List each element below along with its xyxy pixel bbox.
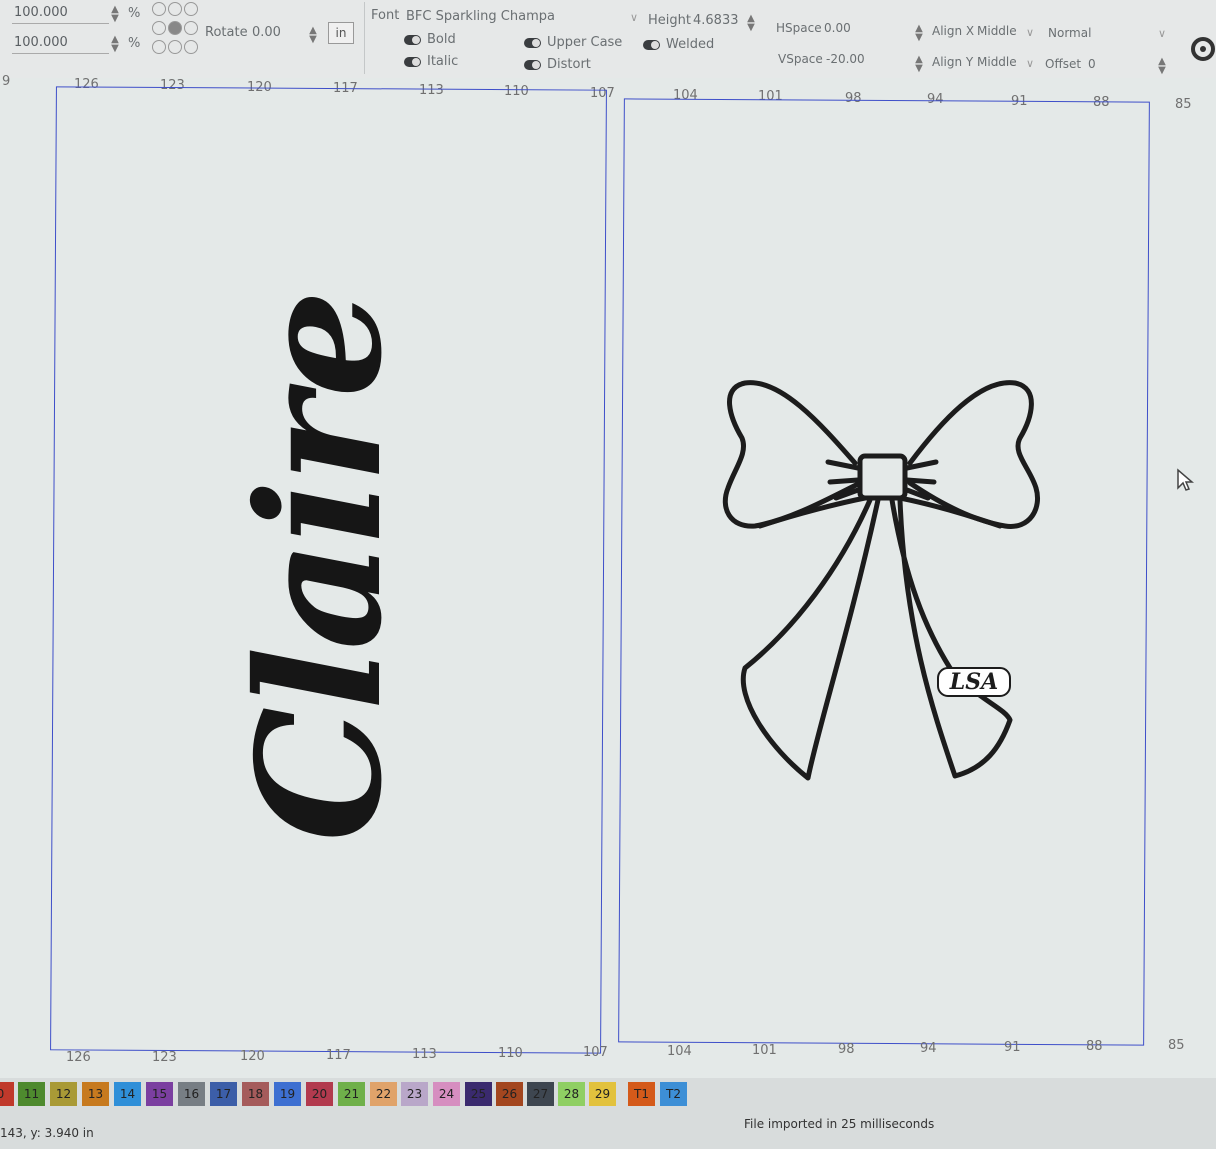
ruler-tick: 88 (1086, 1039, 1103, 1054)
palette-swatch[interactable]: 23 (401, 1082, 428, 1106)
ruler-tick: 101 (752, 1043, 777, 1058)
ruler-tick: 123 (152, 1050, 177, 1065)
hspace-input[interactable]: 0.00 (824, 21, 851, 35)
height-input[interactable]: 4.6833 (693, 13, 739, 28)
distort-label: Distort (547, 57, 591, 72)
align-y-select[interactable]: Middle (977, 55, 1017, 69)
palette-swatch[interactable]: 19 (274, 1082, 301, 1106)
rotate-label: Rotate (205, 25, 248, 40)
height-spinner[interactable]: ▲ ▼ (746, 14, 756, 33)
palette-swatch[interactable]: 22 (370, 1082, 397, 1106)
status-message: File imported in 25 milliseconds (744, 1117, 935, 1131)
rotate-input[interactable]: 0.00 (252, 25, 281, 40)
scale-x-spinner[interactable]: ▲ ▼ (110, 5, 120, 24)
ruler-tick: 126 (66, 1050, 91, 1065)
ruler-tick: 107 (583, 1045, 608, 1060)
palette-swatch[interactable]: 12 (50, 1082, 77, 1106)
bold-toggle[interactable]: Bold (404, 32, 456, 47)
hspace-label: HSpace (776, 21, 822, 35)
font-label: Font (371, 8, 400, 23)
svg-text:LSA: LSA (949, 669, 998, 695)
palette-swatch[interactable]: 17 (210, 1082, 237, 1106)
palette-swatch[interactable]: 27 (527, 1082, 554, 1106)
align-x-label: Align X (932, 24, 975, 38)
scale-x-input[interactable]: 100.000 (12, 3, 109, 24)
mode-chevron-down-icon[interactable]: ∨ (1158, 27, 1166, 40)
italic-toggle-icon (404, 56, 421, 67)
palette-swatch[interactable]: 20 (306, 1082, 333, 1106)
palette-swatch[interactable]: 13 (82, 1082, 109, 1106)
palette-swatch[interactable]: 21 (338, 1082, 365, 1106)
palette-swatch[interactable]: 25 (465, 1082, 492, 1106)
ruler-tick: 91 (1004, 1040, 1021, 1055)
cursor-coordinates: 143, y: 3.940 in (0, 1126, 94, 1140)
ruler-tick: 85 (1175, 97, 1192, 112)
welded-toggle-icon (643, 39, 660, 50)
bold-label: Bold (427, 32, 456, 47)
ruler-tick: 9 (2, 74, 11, 89)
rotate-spinner[interactable]: ▲ ▼ (308, 26, 318, 45)
ruler-tick: 104 (667, 1044, 692, 1059)
offset-label: Offset (1045, 57, 1082, 71)
scale-y-input[interactable]: 100.000 (12, 33, 109, 54)
mode-select[interactable]: Normal (1048, 26, 1091, 40)
distort-toggle-icon (524, 59, 541, 70)
palette-swatch[interactable]: 18 (242, 1082, 269, 1106)
unit-button[interactable]: in (328, 22, 354, 44)
vspace-label: VSpace (778, 52, 823, 66)
distort-toggle[interactable]: Distort (524, 57, 591, 72)
palette-swatch[interactable]: 26 (496, 1082, 523, 1106)
ruler-tick: 94 (920, 1041, 937, 1056)
claire-text: Claire (220, 293, 420, 842)
align-y-label: Align Y (932, 55, 974, 69)
palette-swatch[interactable]: 29 (589, 1082, 616, 1106)
upper-case-toggle[interactable]: Upper Case (524, 35, 622, 50)
offset-input[interactable]: 0 (1088, 57, 1096, 71)
toolbar: 100.000 ▲ ▼ % 100.000 ▲ ▼ % Rotate 0.00 ▲ ▼… (0, 0, 1216, 79)
ruler-tick: 113 (412, 1047, 437, 1062)
upper-case-label: Upper Case (547, 35, 623, 50)
welded-label: Welded (666, 37, 715, 52)
design-canvas[interactable]: 9 126 123 120 117 113 110 107 104 101 98… (0, 74, 1216, 1078)
scale-x-percent: % (128, 6, 141, 21)
palette-swatch[interactable]: 11 (18, 1082, 45, 1106)
ruler-tick: 85 (1168, 1038, 1185, 1053)
italic-toggle[interactable]: Italic (404, 54, 458, 69)
italic-label: Italic (427, 54, 459, 69)
align-x-spinner[interactable]: ▲ ▼ (914, 24, 924, 43)
ruler-tick: 110 (498, 1046, 523, 1061)
palette-swatch[interactable]: 14 (114, 1082, 141, 1106)
refresh-icon[interactable] (1188, 34, 1216, 64)
scale-y-percent: % (128, 36, 141, 51)
bold-toggle-icon (404, 34, 421, 45)
ruler-tick: 98 (838, 1042, 855, 1057)
lsa-logo: LSA (937, 667, 1011, 697)
align-y-spinner[interactable]: ▲ ▼ (914, 55, 924, 74)
palette-swatch[interactable]: T1 (628, 1082, 655, 1106)
scale-y-spinner[interactable]: ▲ ▼ (110, 35, 120, 54)
vspace-input[interactable]: -20.00 (826, 52, 865, 66)
font-chevron-down-icon[interactable]: ∨ (630, 11, 638, 24)
palette-swatch[interactable]: 16 (178, 1082, 205, 1106)
height-label: Height (648, 13, 691, 28)
palette-swatch[interactable]: T2 (660, 1082, 687, 1106)
palette-swatch[interactable]: 24 (433, 1082, 460, 1106)
toolbar-divider (364, 2, 365, 74)
palette-swatch[interactable]: 28 (558, 1082, 585, 1106)
offset-spinner[interactable]: ▲ ▼ (1157, 57, 1167, 76)
bow-graphic[interactable]: LSA (700, 368, 1060, 798)
align-x-select[interactable]: Middle (977, 24, 1017, 38)
align-y-chevron-down-icon[interactable]: ∨ (1026, 57, 1034, 70)
font-select[interactable]: BFC Sparkling Champa (406, 9, 555, 24)
ruler-tick: 120 (240, 1049, 265, 1064)
color-palette: 0 11 12 13 14 15 16 17 18 19 20 21 22 23… (0, 1080, 1216, 1110)
welded-toggle[interactable]: Welded (643, 37, 714, 52)
mouse-pointer-icon (1177, 468, 1194, 491)
palette-swatch[interactable]: 15 (146, 1082, 173, 1106)
align-x-chevron-down-icon[interactable]: ∨ (1026, 26, 1034, 39)
ruler-tick: 117 (326, 1048, 351, 1063)
upper-case-toggle-icon (524, 37, 541, 48)
palette-swatch[interactable]: 0 (0, 1082, 14, 1106)
